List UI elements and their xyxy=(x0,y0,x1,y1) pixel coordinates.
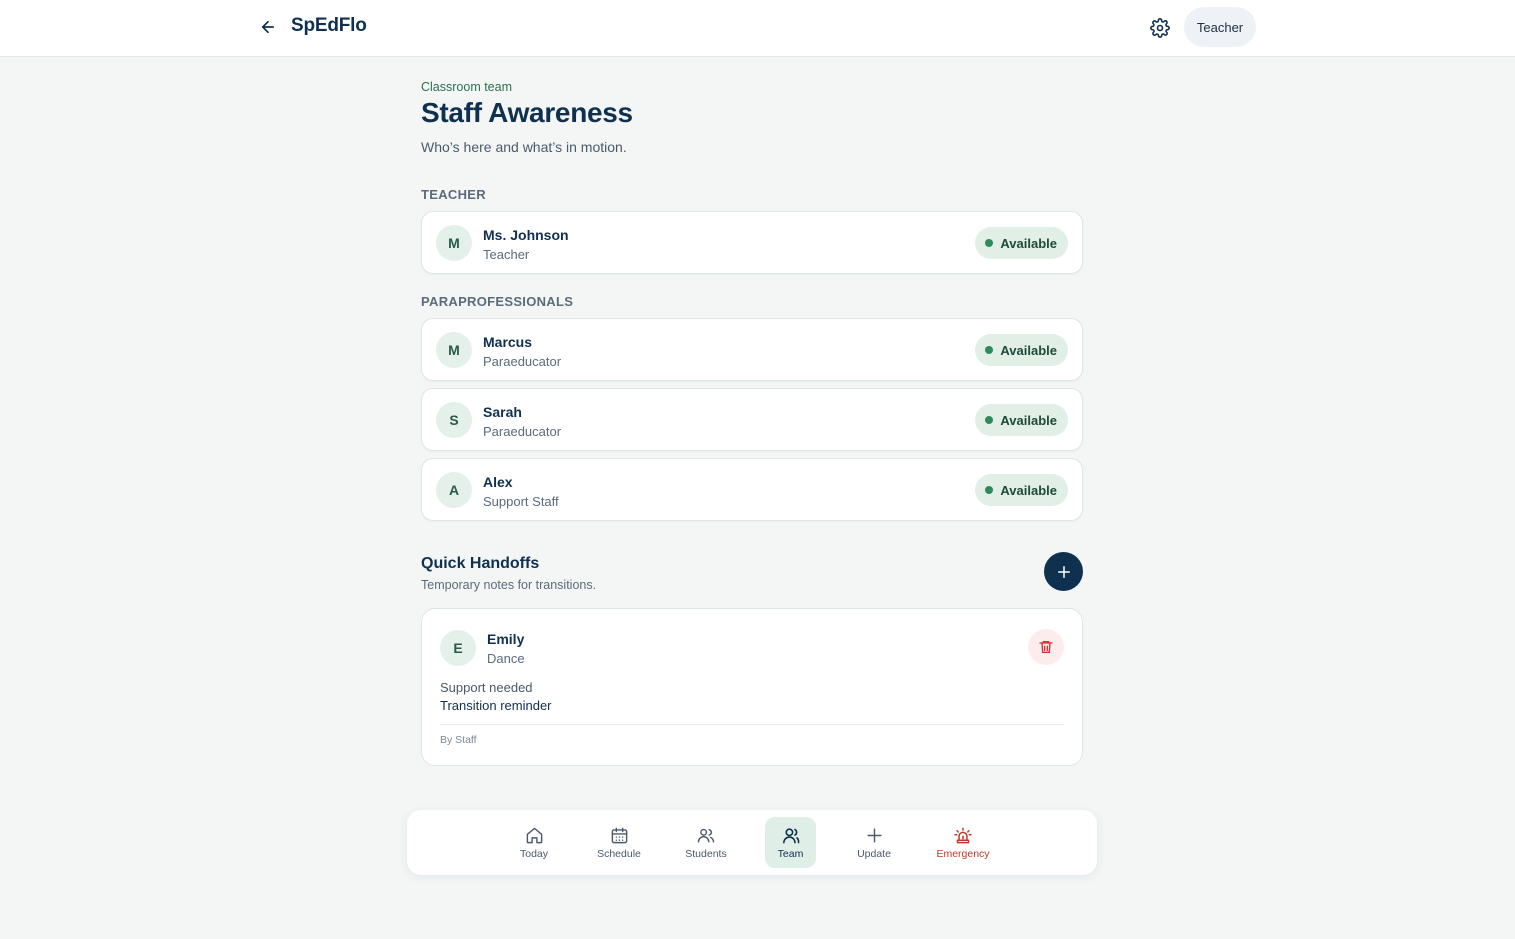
nav-label: Today xyxy=(519,848,549,860)
add-handoff-button[interactable] xyxy=(1044,552,1083,591)
handoff-author: By Staff xyxy=(440,734,477,746)
status-dot-icon xyxy=(985,239,994,247)
avatar: E xyxy=(440,630,476,666)
settings-button[interactable] xyxy=(1146,14,1174,42)
status-dot-icon xyxy=(985,346,994,354)
status-badge: Available xyxy=(975,227,1068,259)
role-switch-button[interactable]: Teacher xyxy=(1184,7,1256,47)
divider xyxy=(440,724,1064,725)
nav-item-today[interactable]: Today xyxy=(514,817,554,868)
handoff-card: E Emily Dance Support needed Transition … xyxy=(421,608,1083,766)
status-badge: Available xyxy=(975,404,1068,436)
page-title: Staff Awareness xyxy=(421,97,633,128)
staff-role: Support Staff xyxy=(483,494,559,509)
home-icon xyxy=(524,825,544,845)
nav-label: Team xyxy=(777,848,804,860)
avatar: M xyxy=(436,332,472,368)
nav-label: Update xyxy=(857,848,891,860)
nav-label: Emergency xyxy=(936,848,990,860)
delete-handoff-button[interactable] xyxy=(1028,629,1064,665)
handoffs-subtitle: Temporary notes for transitions. xyxy=(421,578,597,592)
staff-card[interactable]: M Ms. Johnson Teacher Available xyxy=(421,211,1083,274)
section-label-teacher: TEACHER xyxy=(421,187,486,202)
top-bar: SpEdFlo Teacher xyxy=(0,0,1515,57)
status-label: Available xyxy=(1000,412,1057,428)
staff-name: Sarah xyxy=(483,404,522,420)
staff-role: Teacher xyxy=(483,247,530,262)
nav-item-update[interactable]: Update xyxy=(853,817,895,868)
users-icon xyxy=(696,825,716,845)
page-eyebrow: Classroom team xyxy=(421,80,512,94)
siren-icon xyxy=(953,825,973,845)
status-badge: Available xyxy=(975,334,1068,366)
handoff-note-label: Support needed xyxy=(440,680,533,695)
arrow-left-icon xyxy=(261,20,275,34)
trash-icon xyxy=(1039,641,1053,653)
handoff-activity: Dance xyxy=(487,651,525,666)
team-icon xyxy=(781,825,801,845)
nav-item-team[interactable]: Team xyxy=(765,817,816,868)
staff-name: Marcus xyxy=(483,334,533,350)
bottom-nav: Today Schedule Students Team Update Emer… xyxy=(407,810,1097,875)
status-dot-icon xyxy=(985,486,994,494)
gear-icon xyxy=(1150,18,1170,38)
handoff-student-name: Emily xyxy=(487,631,525,647)
back-button[interactable] xyxy=(256,15,280,39)
status-dot-icon xyxy=(985,416,994,424)
staff-card[interactable]: A Alex Support Staff Available xyxy=(421,458,1083,521)
section-label-paraprofessionals: PARAPROFESSIONALS xyxy=(421,294,574,309)
nav-item-schedule[interactable]: Schedule xyxy=(594,817,644,868)
staff-name: Ms. Johnson xyxy=(483,227,569,243)
status-badge: Available xyxy=(975,474,1068,506)
staff-role: Paraeducator xyxy=(483,354,562,369)
staff-card[interactable]: S Sarah Paraeducator Available xyxy=(421,388,1083,451)
nav-label: Students xyxy=(685,848,727,860)
status-label: Available xyxy=(1000,235,1057,251)
nav-item-emergency[interactable]: Emergency xyxy=(935,817,991,868)
staff-name: Alex xyxy=(483,474,513,490)
avatar: S xyxy=(436,402,472,438)
staff-card[interactable]: M Marcus Paraeducator Available xyxy=(421,318,1083,381)
nav-label: Schedule xyxy=(597,848,641,860)
avatar: M xyxy=(436,225,472,261)
nav-item-students[interactable]: Students xyxy=(681,817,731,868)
avatar: A xyxy=(436,472,472,508)
status-label: Available xyxy=(1000,482,1057,498)
app-title: SpEdFlo xyxy=(291,15,367,36)
calendar-icon xyxy=(609,825,629,845)
status-label: Available xyxy=(1000,342,1057,358)
handoffs-title: Quick Handoffs xyxy=(421,555,540,572)
plus-icon xyxy=(1057,565,1070,578)
handoff-note: Transition reminder xyxy=(440,698,552,713)
staff-role: Paraeducator xyxy=(483,424,562,439)
plus-icon xyxy=(864,825,884,845)
page-subtitle: Who’s here and what’s in motion. xyxy=(421,139,627,155)
